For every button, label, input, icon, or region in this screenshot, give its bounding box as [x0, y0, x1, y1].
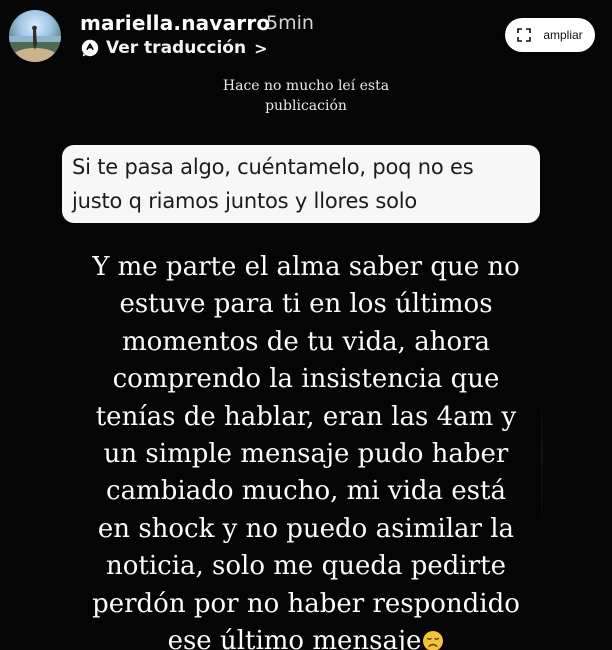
- screen-artifact: [541, 395, 543, 535]
- story-caption: Hace no mucho leí esta publicación: [190, 76, 422, 116]
- post-time: 5min: [266, 12, 314, 34]
- ampliar-button[interactable]: ampliar: [505, 18, 595, 52]
- expand-icon: [517, 28, 532, 42]
- message-line-text: ese último mensaje: [167, 626, 422, 650]
- translate-icon: [80, 38, 100, 58]
- avatar[interactable]: [9, 10, 61, 62]
- message-line: momentos de tu vida, ahora: [121, 326, 491, 357]
- quoted-post-box: Si te pasa algo, cuéntamelo, poq no es j…: [62, 145, 540, 223]
- message-line: perdón por no haber respondido: [92, 588, 520, 619]
- message-line: un simple mensaje pudo haber: [103, 439, 509, 470]
- disappointed-face-emoji: [422, 626, 444, 650]
- quote-line: Si te pasa algo, cuéntamelo, poq no es: [72, 155, 474, 179]
- message-line: cambiado mucho, mi vida está: [106, 476, 506, 507]
- caption-line: publicación: [265, 98, 347, 114]
- quote-line: justo q riamos juntos y llores solo: [72, 189, 418, 213]
- avatar-image: [9, 25, 61, 62]
- message-line: Y me parte el alma saber que no: [92, 252, 520, 282]
- message-line: estuve para ti en los últimos: [119, 289, 493, 320]
- story-header: mariella.navarro 5min Ver traducción > a…: [0, 0, 612, 70]
- message-line: noticia, solo me queda pedirte: [105, 551, 507, 582]
- message-line: comprendo la insistencia que: [112, 364, 500, 395]
- see-translation-label: Ver traducción: [106, 38, 247, 58]
- story-viewer: mariella.navarro 5min Ver traducción > a…: [0, 0, 612, 650]
- chevron-right-icon: >: [254, 38, 268, 58]
- ampliar-label: ampliar: [543, 28, 583, 42]
- message-line: en shock y no puedo asimilar la: [97, 513, 515, 544]
- username[interactable]: mariella.navarro: [80, 11, 270, 35]
- message-line-last: ese último mensaje: [50, 623, 562, 650]
- caption-line: Hace no mucho leí esta: [222, 78, 390, 94]
- message-line: tenías de hablar, eran las 4am y: [95, 401, 517, 432]
- story-message: Y me parte el alma saber que no estuve p…: [50, 249, 562, 650]
- see-translation-link[interactable]: Ver traducción >: [80, 36, 267, 60]
